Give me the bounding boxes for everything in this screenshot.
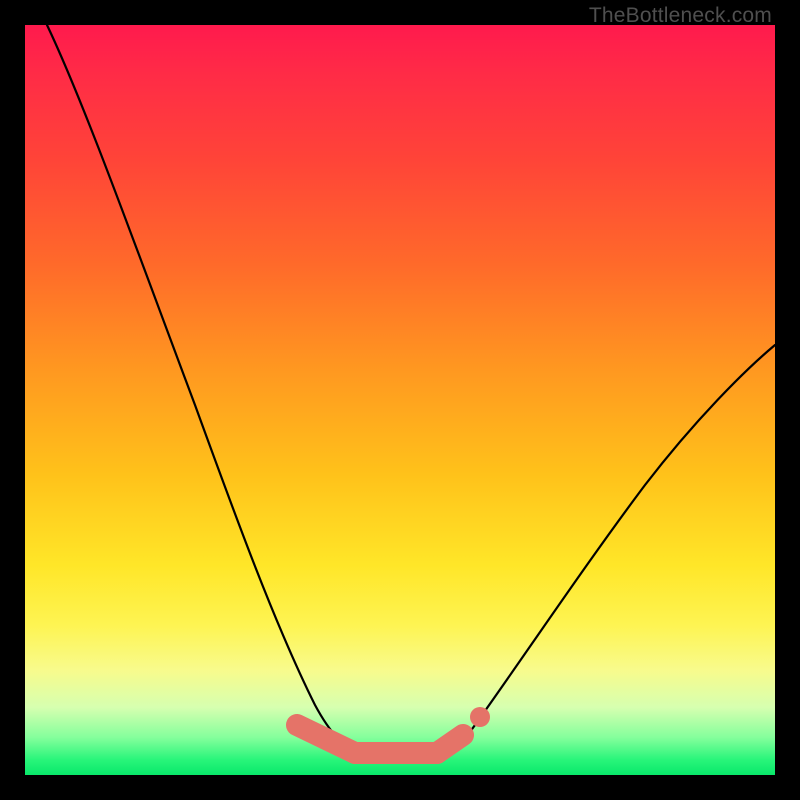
marker-lift: [437, 735, 463, 753]
watermark-text: TheBottleneck.com: [589, 4, 772, 28]
marker-dot: [470, 707, 490, 727]
curve-layer: [25, 25, 775, 775]
value-curve: [47, 25, 775, 753]
plot-area: [25, 25, 775, 775]
chart-frame: TheBottleneck.com: [0, 0, 800, 800]
